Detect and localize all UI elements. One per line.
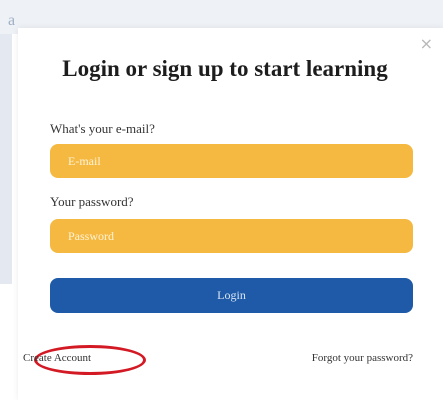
- modal-title: Login or sign up to start learning: [62, 56, 388, 81]
- close-icon[interactable]: ×: [420, 34, 433, 53]
- password-field[interactable]: [50, 219, 413, 253]
- background-text: a: [8, 12, 17, 29]
- login-button[interactable]: Login: [50, 278, 413, 313]
- forgot-password-link[interactable]: Forgot your password?: [312, 352, 413, 364]
- background-sidebar: [0, 34, 12, 284]
- password-label: Your password?: [50, 194, 134, 209]
- login-modal: × Login or sign up to start learning Wha…: [18, 28, 443, 400]
- email-label: What's your e-mail?: [50, 121, 155, 136]
- email-field[interactable]: [50, 144, 413, 178]
- create-account-link[interactable]: Create Account: [23, 352, 91, 364]
